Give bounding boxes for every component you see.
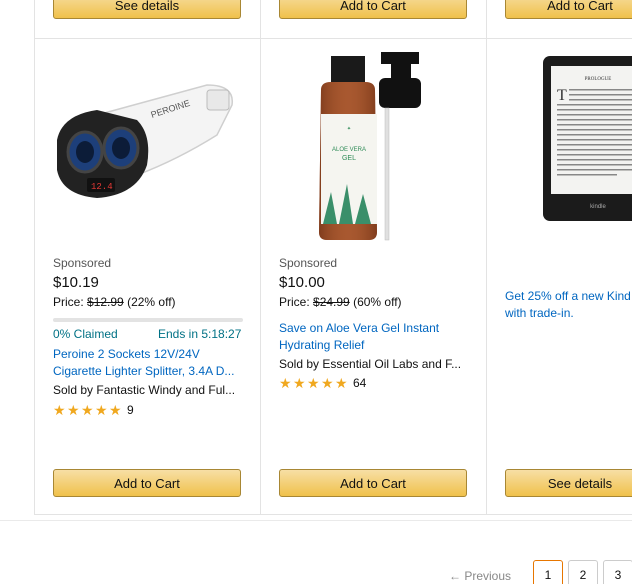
price-label: Price: (53, 295, 84, 309)
product-grid: See details 12.4 PEROINE Sponsored $10.1… (34, 0, 632, 515)
review-count[interactable]: 64 (353, 376, 366, 390)
svg-text:ALOE VERA: ALOE VERA (332, 147, 366, 153)
deal-price: $10.00 (279, 274, 325, 291)
product-card-aloe: Add to Cart ✦ ALOE VERA GEL Sponsored $1… (261, 0, 487, 515)
seller-text: Sold by Essential Oil Labs and F... (279, 357, 462, 371)
svg-text:PROLOGUE: PROLOGUE (585, 77, 612, 82)
promo-line: Get 25% off a new Kind (505, 289, 631, 303)
svg-text:12.4: 12.4 (91, 182, 113, 192)
discount: (60% off) (353, 295, 402, 309)
product-card-kindle: Add to Cart PROLOGUE T kindle Get 25% of… (487, 0, 632, 515)
svg-text:✦: ✦ (347, 126, 351, 132)
deal-price: $10.19 (53, 274, 99, 291)
star-icon: ★ (109, 401, 122, 418)
kindle-image[interactable]: PROLOGUE T kindle (543, 56, 632, 221)
product-card-charger: See details 12.4 PEROINE Sponsored $10.1… (35, 0, 261, 515)
list-price: $12.99 (87, 295, 124, 309)
section-divider (0, 520, 632, 521)
star-rating[interactable]: ★ ★ ★ ★ ★ 64 (279, 374, 366, 391)
star-icon: ★ (321, 374, 334, 391)
product-title-link[interactable]: Save on Aloe Vera Gel Instant Hydrating … (279, 320, 439, 354)
star-icon: ★ (307, 374, 320, 391)
svg-text:GEL: GEL (342, 155, 356, 162)
previous-page-link[interactable]: ← Previous (449, 569, 511, 583)
add-to-cart-button[interactable]: Add to Cart (505, 0, 632, 19)
page-3-button[interactable]: 3 (603, 560, 632, 584)
svg-text:kindle: kindle (590, 204, 606, 210)
star-icon: ★ (81, 401, 94, 418)
list-price: $24.99 (313, 295, 350, 309)
see-details-button[interactable]: See details (53, 0, 241, 19)
aloe-vera-gel-image[interactable]: ✦ ALOE VERA GEL (301, 52, 451, 242)
page-2-button[interactable]: 2 (568, 560, 598, 584)
star-rating[interactable]: ★ ★ ★ ★ ★ 9 (53, 401, 134, 418)
list-price-line: Price: $24.99 (60% off) (279, 295, 402, 309)
add-to-cart-button[interactable]: Add to Cart (279, 0, 467, 19)
sponsored-label: Sponsored (53, 256, 112, 270)
deal-timer: Ends in 5:18:27 (158, 327, 242, 341)
see-details-button[interactable]: See details (505, 469, 632, 497)
star-icon: ★ (95, 401, 108, 418)
star-icon: ★ (53, 401, 66, 418)
claimed-progress-bar (53, 318, 243, 322)
review-count[interactable]: 9 (127, 403, 134, 417)
discount: (22% off) (127, 295, 176, 309)
list-price-line: Price: $12.99 (22% off) (53, 295, 176, 309)
page-1-button[interactable]: 1 (533, 560, 563, 584)
title-line: Save on Aloe Vera Gel Instant (279, 321, 440, 335)
star-icon: ★ (335, 374, 348, 391)
claimed-text: 0% Claimed (53, 327, 118, 341)
trade-in-promo-link[interactable]: Get 25% off a new Kind with trade-in. (505, 288, 631, 322)
sponsored-label: Sponsored (279, 256, 338, 270)
car-charger-image[interactable]: 12.4 PEROINE (57, 80, 237, 200)
title-line: Peroine 2 Sockets 12V/24V (53, 347, 200, 361)
seller-text: Sold by Fantastic Windy and Ful... (53, 383, 236, 397)
product-title-link[interactable]: Peroine 2 Sockets 12V/24V Cigarette Ligh… (53, 346, 234, 380)
star-icon: ★ (279, 374, 292, 391)
add-to-cart-button[interactable]: Add to Cart (53, 469, 241, 497)
promo-line: with trade-in. (505, 306, 574, 320)
star-icon: ★ (293, 374, 306, 391)
title-line: Cigarette Lighter Splitter, 3.4A D... (53, 364, 235, 378)
svg-text:T: T (557, 87, 567, 104)
add-to-cart-button[interactable]: Add to Cart (279, 469, 467, 497)
price-label: Price: (279, 295, 310, 309)
star-icon: ★ (67, 401, 80, 418)
title-line: Hydrating Relief (279, 338, 365, 352)
